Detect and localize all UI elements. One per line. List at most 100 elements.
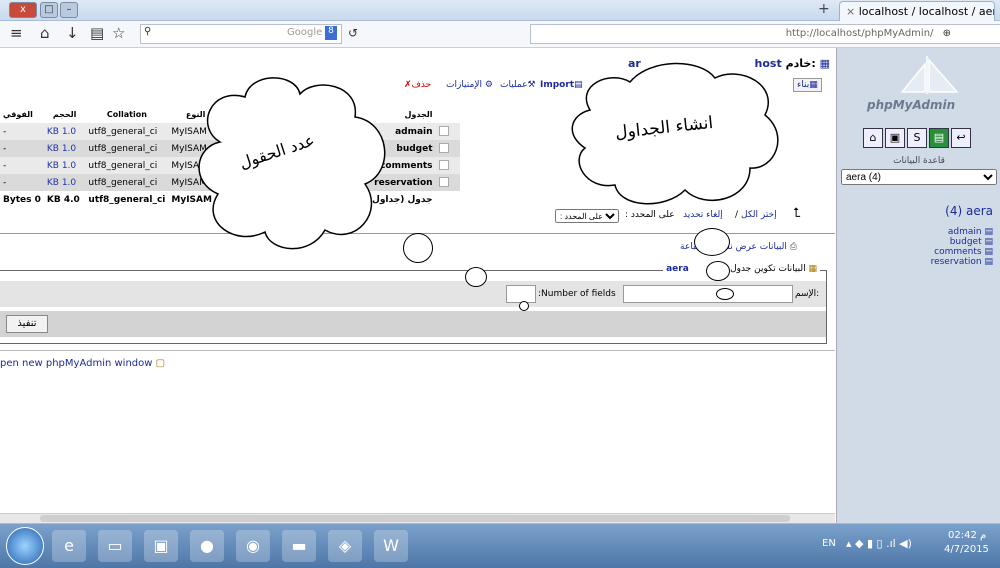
print-icon: ⎙	[789, 242, 797, 252]
annotation-bubble	[519, 301, 529, 311]
annotation-cloud-tables: انشاء الجداول	[565, 60, 790, 210]
privileges-icon: ⚙	[481, 80, 493, 90]
fields-label: :Number of fields	[538, 289, 616, 299]
col-overhead: الفوقي	[3, 110, 33, 119]
new-window-row: pen new phpMyAdmin window ▢	[0, 358, 165, 369]
annotation-bubble	[716, 288, 734, 300]
col-size: الحجم	[52, 110, 77, 119]
annotation-bubble	[706, 261, 730, 281]
print-view-row: البيانات عرض نسخة للطباعة ⎙	[650, 242, 830, 252]
taskbar: e ▭ ▣ ● ◉ ▬ ◈ W EN ▴ ◆ ▮ ▯ .ıl ◀) 02:42 …	[0, 523, 1000, 568]
data-dictionary-link[interactable]: البيانات	[760, 242, 787, 252]
drop-icon: ✗	[404, 80, 412, 90]
window-minimize-button[interactable]: –	[60, 2, 78, 18]
clock-time[interactable]: 02:42 م	[948, 530, 986, 541]
with-selected-label: : على المحدد	[625, 210, 675, 220]
name-label: الإسم:	[795, 289, 820, 299]
docs-icon[interactable]: ▤	[929, 128, 949, 148]
tab-title: localhost / localhost / aera ...	[858, 5, 994, 18]
create-table-form: الإسم: :Number of fields	[0, 281, 826, 307]
table-icon: ▤	[984, 257, 993, 267]
clock-date[interactable]: 4/7/2015	[944, 544, 989, 555]
media-icon[interactable]: ▣	[144, 530, 178, 562]
google-icon: 8	[325, 26, 337, 40]
with-selected-select[interactable]: : على المحدد	[555, 209, 619, 223]
selection-bar: : على المحدد : على المحدد إلغاء تحديد / …	[555, 206, 825, 226]
table-name-input[interactable]	[623, 285, 793, 303]
structure-icon: ▦	[809, 80, 818, 90]
home-icon[interactable]: ⌂	[863, 128, 883, 148]
search-icon: ⚲	[144, 26, 152, 37]
url-text: http://localhost/phpMyAdmin/	[785, 28, 934, 39]
search-box[interactable]: ⚲ Google 8	[140, 24, 342, 44]
download-icon[interactable]: ↓	[66, 24, 79, 42]
ie-icon[interactable]: e	[52, 530, 86, 562]
firefox-icon[interactable]: ●	[190, 530, 224, 562]
sidebar-table-item[interactable]: reservation ▤	[837, 257, 993, 267]
go-button[interactable]: تنفيذ	[6, 315, 48, 333]
bookmarks-icon[interactable]: ▤	[90, 24, 104, 42]
arrow-up-icon: ⮤	[793, 206, 801, 221]
star-icon[interactable]: ☆	[112, 24, 125, 42]
databases-label: قاعدة البيانات	[893, 156, 945, 166]
tab-operations[interactable]: عمليات⚒	[500, 80, 536, 90]
scrollbar-thumb[interactable]	[40, 515, 790, 522]
navigation-toolbar: ≡ ⌂ ↓ ▤ ☆ ⚲ Google 8 ↺ http://localhost/…	[0, 21, 1000, 48]
new-table-icon: ▦	[808, 264, 817, 274]
annotation-bubble	[465, 267, 487, 287]
sidebar-table-item[interactable]: budget ▤	[837, 237, 993, 247]
exit-icon[interactable]: ↩	[951, 128, 971, 148]
operations-icon: ⚒	[527, 80, 536, 90]
tab-drop[interactable]: ✗حذف	[404, 80, 431, 90]
row-checkbox[interactable]	[438, 143, 449, 154]
word-icon[interactable]: W	[374, 530, 408, 562]
address-bar[interactable]: http://localhost/phpMyAdmin/ ⊕	[530, 24, 1000, 44]
menu-icon[interactable]: ≡	[10, 24, 23, 42]
title-bar: x □ – + × localhost / localhost / aera .…	[0, 0, 1000, 21]
server-icon: ▦	[819, 57, 830, 70]
window-close-button[interactable]: x	[9, 2, 37, 18]
main-content: ar host خادم: ▦ ✗حذف الإمتيازات ⚙ عمليات…	[0, 48, 835, 524]
chrome-icon[interactable]: ◉	[236, 530, 270, 562]
row-checkbox[interactable]	[438, 126, 449, 137]
tab-privileges[interactable]: الإمتيازات ⚙	[446, 80, 493, 90]
annotation-bubble	[694, 228, 730, 256]
row-checkbox[interactable]	[438, 177, 449, 188]
browser-tab[interactable]: × localhost / localhost / aera ...	[839, 1, 995, 21]
query-window-icon[interactable]: ▣	[885, 128, 905, 148]
sidebar: phpMyAdmin ⌂ ▣ S ▤ ↩ قاعدة البيانات aera…	[836, 48, 1000, 523]
site-info-icon[interactable]: ⊕	[937, 28, 1000, 39]
annotation-cloud-fields: عدد الحقول	[190, 72, 400, 262]
window-restore-button[interactable]: □	[40, 2, 58, 18]
table-icon: ▤	[984, 237, 993, 247]
db-title-link[interactable]: (4) aera	[837, 204, 993, 218]
phpmyadmin-logo[interactable]: phpMyAdmin	[867, 98, 955, 112]
row-checkbox[interactable]	[438, 160, 449, 171]
sidebar-table-list: admain ▤ budget ▤ comments ▤ reservation…	[837, 227, 993, 267]
explorer-icon[interactable]: ▭	[98, 530, 132, 562]
tab-structure[interactable]: بناء▦	[793, 78, 822, 92]
sql-icon[interactable]: S	[907, 128, 927, 148]
check-all-link[interactable]: إختر الكل	[741, 210, 777, 220]
mtn-icon[interactable]: ▬	[282, 530, 316, 562]
language-indicator[interactable]: EN	[822, 538, 836, 549]
search-engine-name: Google	[287, 27, 323, 38]
uncheck-all-link[interactable]: إلغاء تحديد	[683, 210, 723, 220]
home-icon[interactable]: ⌂	[40, 24, 50, 42]
start-button-icon[interactable]	[6, 527, 44, 565]
sailboat-logo-icon	[887, 54, 967, 96]
sidebar-table-item[interactable]: admain ▤	[837, 227, 993, 237]
new-tab-icon[interactable]: +	[818, 1, 830, 17]
number-of-fields-input[interactable]	[506, 285, 536, 303]
create-table-legend: aera البيانات تكوين جدول جديد ▦	[663, 264, 820, 274]
tray-icons[interactable]: ▴ ◆ ▮ ▯ .ıl ◀)	[846, 537, 912, 550]
network-app-icon[interactable]: ◈	[328, 530, 362, 562]
create-table-footer: تنفيذ	[0, 311, 826, 337]
database-select[interactable]: aera (4)	[841, 169, 997, 185]
new-window-link[interactable]: pen new phpMyAdmin window	[0, 358, 152, 369]
sidebar-table-item[interactable]: comments ▤	[837, 247, 993, 257]
undo-icon[interactable]: ↺	[348, 26, 358, 40]
create-table-fieldset: aera البيانات تكوين جدول جديد ▦ الإسم: :…	[0, 264, 827, 344]
tab-close-icon[interactable]: ×	[840, 5, 855, 18]
server-label: خادم:	[785, 57, 816, 70]
